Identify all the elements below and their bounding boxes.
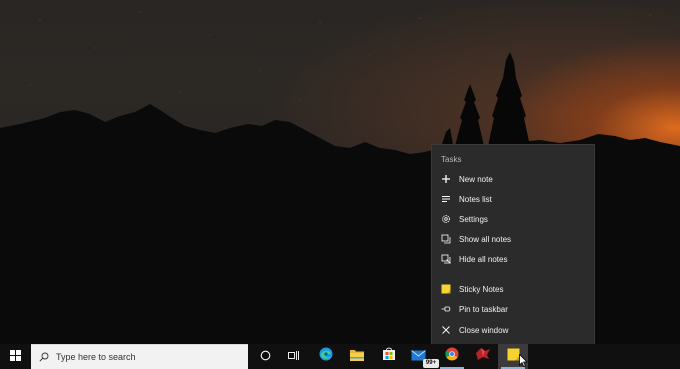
- hide-all-notes-label: Hide all notes: [459, 254, 508, 264]
- notes-list-item[interactable]: Notes list: [432, 189, 595, 209]
- search-placeholder: Type here to search: [56, 352, 136, 362]
- mouse-cursor-icon: [519, 354, 528, 367]
- file-explorer-button[interactable]: [342, 344, 372, 369]
- task-view-button[interactable]: [279, 344, 309, 369]
- chrome-icon: [445, 347, 459, 366]
- taskbar: Type here to search 99+: [0, 344, 680, 369]
- red-app-icon: [475, 347, 491, 366]
- sticky-notes-app-item[interactable]: Sticky Notes: [432, 279, 595, 299]
- new-note-item[interactable]: New note: [432, 169, 595, 189]
- list-icon: [441, 194, 451, 204]
- search-icon: [39, 352, 49, 362]
- start-button[interactable]: [0, 344, 31, 369]
- store-icon: [382, 347, 396, 366]
- close-window-item[interactable]: Close window: [432, 320, 595, 340]
- task-view-icon: [288, 348, 300, 366]
- hide-all-notes-item[interactable]: Hide all notes: [432, 249, 595, 269]
- edge-icon: [319, 347, 333, 366]
- edge-button[interactable]: [311, 344, 341, 369]
- plus-icon: [441, 174, 451, 184]
- notes-list-label: Notes list: [459, 194, 492, 204]
- show-notes-icon: [441, 234, 451, 244]
- sticky-notes-label: Sticky Notes: [459, 284, 504, 294]
- new-note-label: New note: [459, 174, 493, 184]
- hide-notes-icon: [441, 254, 451, 264]
- sticky-notes-icon: [441, 284, 451, 294]
- settings-item[interactable]: Settings: [432, 209, 595, 229]
- sticky-notes-taskbar-icon: [507, 348, 520, 366]
- show-all-notes-item[interactable]: Show all notes: [432, 229, 595, 249]
- microsoft-store-button[interactable]: [374, 344, 404, 369]
- settings-label: Settings: [459, 214, 488, 224]
- windows-icon: [10, 348, 21, 366]
- close-icon: [441, 325, 451, 335]
- pin-to-taskbar-label: Pin to taskbar: [459, 304, 508, 314]
- pin-to-taskbar-item[interactable]: Pin to taskbar: [432, 299, 595, 319]
- mail-icon: 99+: [410, 349, 439, 368]
- cortana-icon: [260, 348, 271, 366]
- show-all-notes-label: Show all notes: [459, 234, 512, 244]
- mail-button[interactable]: 99+: [406, 344, 439, 369]
- sticky-notes-jump-list: Tasks New note Notes list Settings Show …: [431, 144, 595, 344]
- taskbar-search-box[interactable]: Type here to search: [31, 344, 248, 369]
- folder-icon: [350, 348, 364, 366]
- app-button[interactable]: [468, 344, 498, 369]
- cortana-button[interactable]: [250, 344, 280, 369]
- pin-icon: [441, 304, 451, 314]
- gear-icon: [441, 214, 451, 224]
- tasks-header: Tasks: [441, 155, 462, 164]
- close-window-label: Close window: [459, 325, 509, 335]
- chrome-button[interactable]: [437, 344, 467, 369]
